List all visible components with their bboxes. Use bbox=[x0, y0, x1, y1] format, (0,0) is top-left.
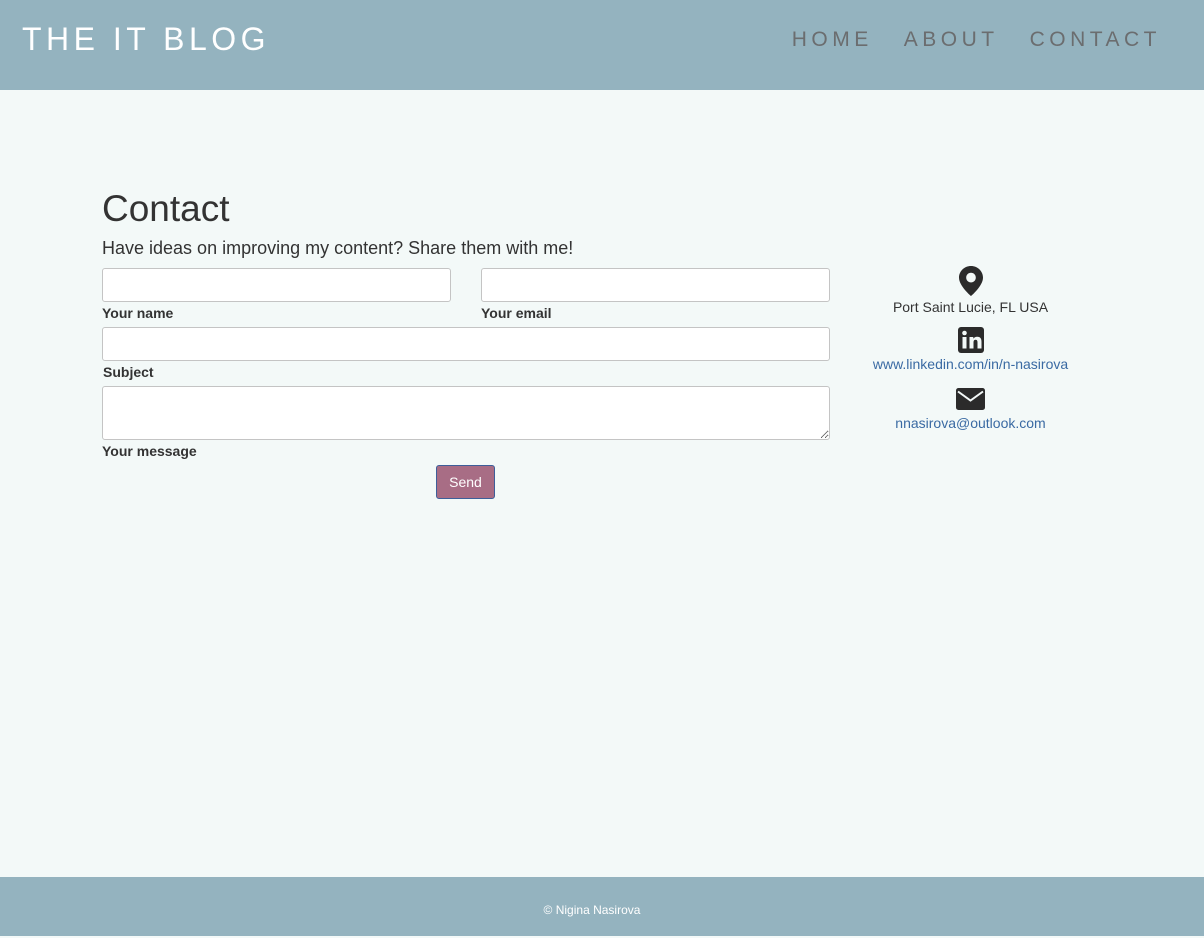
email-input[interactable] bbox=[481, 268, 830, 302]
site-brand[interactable]: THE IT BLOG bbox=[22, 19, 270, 59]
name-label: Your name bbox=[102, 305, 174, 321]
location-pin-icon bbox=[958, 266, 983, 296]
site-footer: © Nigina Nasirova bbox=[0, 877, 1204, 936]
send-button[interactable]: Send bbox=[436, 465, 495, 499]
main-content: Contact Have ideas on improving my conte… bbox=[0, 90, 1204, 877]
nav-home-link[interactable]: HOME bbox=[792, 28, 873, 52]
subject-input[interactable] bbox=[102, 327, 830, 361]
nav-contact-link[interactable]: CONTACT bbox=[1030, 28, 1161, 52]
page-subtitle: Have ideas on improving my content? Shar… bbox=[102, 238, 574, 258]
nav-about-link[interactable]: ABOUT bbox=[904, 28, 999, 52]
main-nav: HOME ABOUT CONTACT bbox=[792, 28, 1161, 52]
email-link[interactable]: nnasirova@outlook.com bbox=[860, 415, 1081, 431]
page-title: Contact bbox=[102, 188, 230, 229]
contact-email: nnasirova@outlook.com bbox=[860, 388, 1081, 431]
contact-location: Port Saint Lucie, FL USA bbox=[860, 266, 1081, 315]
subject-label: Subject bbox=[103, 364, 154, 380]
linkedin-icon bbox=[957, 327, 984, 353]
contact-linkedin: www.linkedin.com/in/n-nasirova bbox=[860, 327, 1081, 372]
location-text: Port Saint Lucie, FL USA bbox=[892, 299, 1049, 315]
name-input[interactable] bbox=[102, 268, 451, 302]
email-label: Your email bbox=[481, 305, 552, 321]
message-textarea[interactable] bbox=[102, 386, 830, 440]
copyright-text: © Nigina Nasirova bbox=[543, 903, 641, 917]
site-header: THE IT BLOG HOME ABOUT CONTACT bbox=[0, 0, 1204, 90]
message-label: Your message bbox=[102, 443, 197, 459]
linkedin-link[interactable]: www.linkedin.com/in/n-nasirova bbox=[860, 356, 1081, 372]
envelope-icon bbox=[956, 388, 985, 410]
